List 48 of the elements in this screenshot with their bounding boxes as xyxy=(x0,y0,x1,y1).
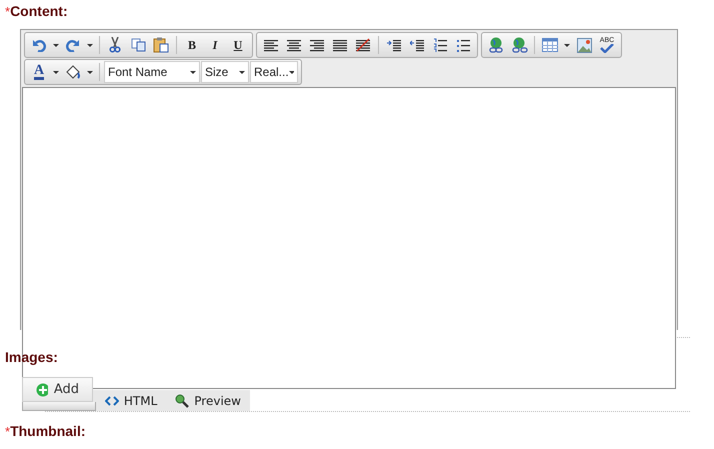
dropdown-select[interactable]: Size xyxy=(201,61,249,83)
add-button[interactable]: Add xyxy=(22,377,93,402)
editor-tab[interactable]: HTML xyxy=(96,390,166,411)
outdent-icon xyxy=(410,38,424,52)
required-marker: * xyxy=(5,424,10,439)
caret-icon xyxy=(288,70,294,74)
italic-icon: I xyxy=(212,38,218,52)
caret-icon xyxy=(87,44,93,46)
underline-icon: U xyxy=(234,38,242,52)
caret-icon xyxy=(564,44,570,46)
clear-format-icon xyxy=(356,38,370,52)
font-color-button[interactable]: A xyxy=(28,61,50,83)
table-icon xyxy=(542,38,558,52)
caret-icon xyxy=(190,70,196,74)
underline-button[interactable]: U xyxy=(227,34,249,56)
bold-icon: B xyxy=(188,38,196,52)
dropdown-select[interactable]: Real... xyxy=(250,61,298,83)
required-marker: * xyxy=(5,4,10,19)
redo-icon xyxy=(66,38,80,52)
caret-icon xyxy=(53,44,59,46)
field-label: Images: xyxy=(5,349,58,365)
code-icon xyxy=(104,396,119,406)
align-center-icon xyxy=(287,38,301,52)
caret-icon xyxy=(53,70,59,74)
field-label: Thumbnail: xyxy=(10,423,86,439)
zoom-icon xyxy=(175,394,190,408)
copy-icon xyxy=(130,38,146,52)
justify-icon xyxy=(333,38,347,52)
globe-link-icon xyxy=(488,36,504,54)
numbered-list-icon xyxy=(433,38,447,52)
image-icon xyxy=(576,38,592,52)
indent-icon xyxy=(387,38,401,52)
bulleted-list-icon xyxy=(456,38,470,52)
caret-icon xyxy=(87,70,93,74)
paint-bucket-icon xyxy=(65,64,81,80)
undo-icon xyxy=(32,38,46,52)
italic-button[interactable]: I xyxy=(204,34,226,56)
dropdown-select[interactable]: Font Name xyxy=(104,61,200,83)
field-label: Content: xyxy=(10,3,68,19)
bold-button[interactable]: B xyxy=(181,34,203,56)
clipboard-icon xyxy=(153,37,169,53)
globe-unlink-icon xyxy=(510,36,528,54)
scissors-icon xyxy=(109,37,121,53)
editor-tab[interactable]: Preview xyxy=(166,390,250,411)
plus-icon xyxy=(36,382,48,396)
caret-icon xyxy=(239,70,245,74)
align-left-icon xyxy=(264,38,278,52)
align-right-icon xyxy=(310,38,324,52)
